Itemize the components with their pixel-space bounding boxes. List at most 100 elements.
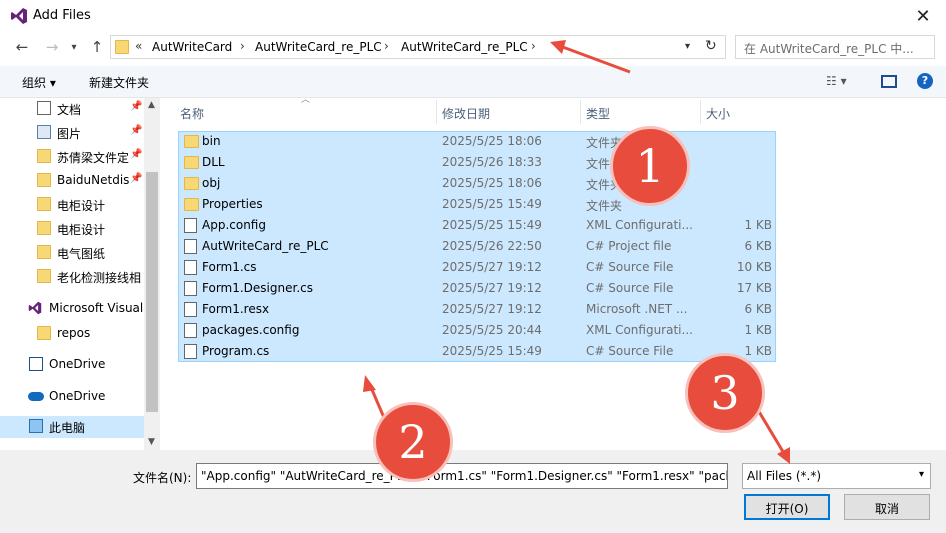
close-button[interactable]: ✕	[900, 0, 946, 32]
file-date: 2025/5/27 19:12	[442, 302, 542, 316]
file-row[interactable]: Form1.cs 2025/5/27 19:12 C# Source File 10 …	[178, 257, 776, 278]
chevron-right-icon: ›	[531, 39, 536, 53]
file-name: packages.config	[202, 323, 300, 337]
sort-ascending-icon: ︿	[301, 95, 311, 105]
file-name: DLL	[202, 155, 225, 169]
open-button[interactable]: 打开(O)	[744, 494, 830, 520]
sidebar-item-visual-studio[interactable]: Microsoft Visual	[0, 298, 144, 320]
resx-file-icon	[184, 302, 197, 317]
sidebar-item-folder[interactable]: 电气图纸	[0, 242, 144, 264]
file-date: 2025/5/25 18:06	[442, 134, 542, 148]
arrow-right-icon: →	[45, 38, 59, 56]
file-type: XML Configurati...	[586, 323, 693, 337]
file-name: Properties	[202, 197, 263, 211]
breadcrumb-segment[interactable]: AutWriteCard_re_PLC	[401, 40, 528, 54]
refresh-icon[interactable]: ↻	[705, 38, 717, 54]
column-header-type[interactable]: 类型	[586, 105, 610, 122]
organize-menu[interactable]: 组织 ▾	[22, 74, 56, 91]
file-name: Form1.Designer.cs	[202, 281, 313, 295]
column-header-size[interactable]: 大小	[706, 105, 730, 122]
sidebar-item-folder[interactable]: BaiduNetdis 📌	[0, 170, 144, 192]
sidebar-item-pictures[interactable]: 图片 📌	[0, 122, 144, 144]
filename-label: 文件名(N):	[133, 471, 192, 485]
view-options-icon[interactable]: ☷ ▾	[826, 74, 847, 88]
filename-input[interactable]: "App.config" "AutWriteCard_re_PLC" "Form…	[196, 463, 728, 489]
file-name: App.config	[202, 218, 266, 232]
onedrive-icon	[29, 357, 43, 371]
file-type: XML Configurati...	[586, 218, 693, 232]
pin-icon: 📌	[130, 173, 143, 184]
file-row[interactable]: Program.cs 2025/5/25 15:49 C# Source File 1…	[178, 341, 776, 362]
file-type-value: All Files (*.*)	[747, 469, 822, 483]
preview-pane-icon[interactable]	[881, 75, 897, 88]
file-size: 6 KB	[744, 302, 772, 316]
folder-icon	[184, 156, 199, 169]
new-folder-button[interactable]: 新建文件夹	[89, 74, 149, 91]
file-row[interactable]: App.config 2025/5/25 15:49 XML Configurati…	[178, 215, 776, 236]
column-header-name[interactable]: 名称	[180, 105, 204, 122]
breadcrumb-segment[interactable]: AutWriteCard_re_PLC	[255, 40, 382, 54]
config-file-icon	[184, 323, 197, 338]
column-divider[interactable]	[436, 100, 437, 124]
sidebar-item-folder[interactable]: 电柜设计	[0, 218, 144, 240]
annotation-badge-3: 3	[685, 353, 765, 433]
file-type: C# Project file	[586, 239, 672, 253]
folder-icon	[37, 245, 51, 259]
sidebar-item-documents[interactable]: 文档 📌	[0, 98, 144, 120]
forward-button[interactable]: →	[40, 35, 64, 59]
column-divider[interactable]	[700, 100, 701, 124]
folder-icon	[37, 173, 51, 187]
folder-icon	[37, 269, 51, 283]
document-icon	[37, 101, 51, 115]
file-name: bin	[202, 134, 221, 148]
annotation-badge-1: 1	[610, 126, 690, 206]
sidebar-item-folder[interactable]: 苏倩梁文件定 📌	[0, 146, 144, 168]
file-row[interactable]: AutWriteCard_re_PLC 2025/5/26 22:50 C# Pro…	[178, 236, 776, 257]
pin-icon: 📌	[130, 125, 143, 136]
arrow-up-icon: ↑	[90, 38, 104, 56]
close-icon: ✕	[915, 5, 931, 27]
recent-locations-button[interactable]: ▾	[62, 35, 86, 59]
computer-icon	[29, 419, 43, 433]
navigation-pane: 文档 📌 图片 📌 苏倩梁文件定 📌 BaiduNetdis 📌 电柜设计 电柜设计 电…	[0, 98, 160, 450]
file-row[interactable]: Properties 2025/5/25 15:49 文件夹	[178, 194, 776, 215]
file-icon	[184, 239, 197, 254]
folder-icon	[37, 197, 51, 211]
sidebar-item-folder[interactable]: 老化检测接线相	[0, 266, 144, 288]
sidebar-item-onedrive[interactable]: OneDrive	[0, 354, 144, 376]
column-header-date[interactable]: 修改日期	[442, 105, 490, 122]
sidebar-item-onedrive-cloud[interactable]: OneDrive	[0, 386, 144, 408]
help-icon[interactable]: ?	[917, 73, 933, 89]
scroll-down-icon[interactable]: ▼	[148, 437, 155, 447]
file-row[interactable]: packages.config 2025/5/25 20:44 XML Config…	[178, 320, 776, 341]
sidebar-scroll-thumb[interactable]	[146, 172, 158, 412]
cancel-button[interactable]: 取消	[844, 494, 930, 520]
back-button[interactable]: ←	[10, 35, 34, 59]
sidebar-item-this-pc[interactable]: 此电脑	[0, 416, 144, 438]
up-button[interactable]: ↑	[85, 35, 109, 59]
search-input[interactable]: 在 AutWriteCard_re_PLC 中...	[735, 35, 935, 59]
file-date: 2025/5/27 19:12	[442, 281, 542, 295]
address-dropdown-icon[interactable]: ▾	[685, 41, 690, 52]
chevron-down-icon: ▾	[918, 469, 924, 480]
file-name: Program.cs	[202, 344, 270, 358]
cloud-icon	[28, 392, 44, 401]
address-bar[interactable]: « AutWriteCard › AutWriteCard_re_PLC › A…	[110, 35, 726, 59]
file-date: 2025/5/27 19:12	[442, 260, 542, 274]
sidebar-item-folder[interactable]: 电柜设计	[0, 194, 144, 216]
file-size: 1 KB	[744, 323, 772, 337]
file-name: Form1.cs	[202, 260, 257, 274]
file-type: C# Source File	[586, 281, 674, 295]
chevron-right-icon: ›	[384, 39, 389, 53]
file-row[interactable]: Form1.Designer.cs 2025/5/27 19:12 C# Sourc…	[178, 278, 776, 299]
scroll-up-icon[interactable]: ▲	[148, 100, 155, 110]
file-type-select[interactable]: All Files (*.*) ▾	[742, 463, 931, 489]
breadcrumb-overflow[interactable]: «	[135, 39, 142, 53]
sidebar-item-repos[interactable]: repos	[0, 323, 144, 345]
folder-icon	[184, 198, 199, 211]
file-row[interactable]: Form1.resx 2025/5/27 19:12 Microsoft .NET …	[178, 299, 776, 320]
breadcrumb-segment[interactable]: AutWriteCard	[152, 40, 232, 54]
folder-icon	[37, 326, 51, 340]
file-date: 2025/5/26 18:33	[442, 155, 542, 169]
column-divider[interactable]	[580, 100, 581, 124]
